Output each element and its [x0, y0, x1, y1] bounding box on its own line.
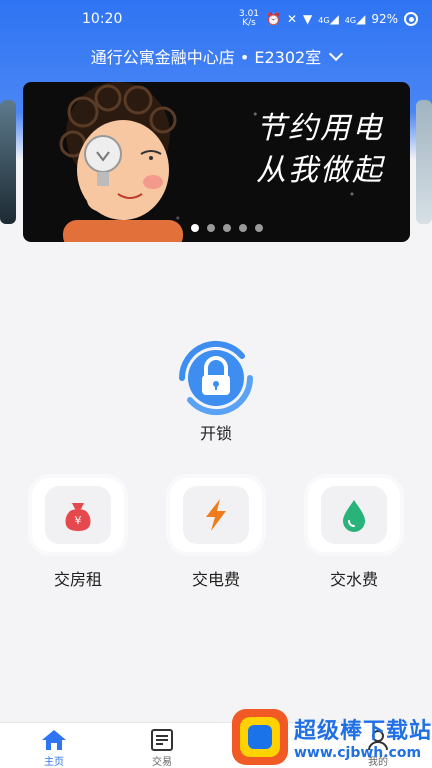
tab-transactions[interactable]: 交易: [108, 723, 216, 768]
tab-transactions-label: 交易: [152, 757, 172, 768]
pay-water-icon-bg: [321, 486, 387, 544]
pay-rent-label: 交房租: [53, 570, 102, 589]
unlock-button[interactable]: [168, 340, 264, 416]
pay-electricity-label: 交电费: [191, 570, 240, 589]
pay-water-tile[interactable]: [308, 478, 400, 552]
lightning-icon: [206, 499, 226, 531]
status-bar: 10:20 3.01 K/s ⏰ ✕ ▼ 4G◢ 4G◢ 92%: [0, 0, 432, 38]
banner-title-line2: 从我做起: [256, 153, 384, 188]
pay-electricity-icon-bg: [183, 486, 249, 544]
home-icon: [42, 730, 66, 750]
signal-icon: 4G◢: [318, 12, 339, 26]
mute-icon: ✕: [286, 12, 298, 26]
banner-title: 节约用电 从我做起: [256, 108, 384, 192]
status-time: 10:20: [82, 11, 123, 27]
location-label: 通行公寓金融中心店 • E2302室: [90, 48, 322, 67]
tab-home-label: 主页: [44, 757, 64, 768]
banner-illustration: [59, 82, 183, 242]
pay-rent-icon-bg: ¥: [45, 486, 111, 544]
banner-slide[interactable]: 节约用电 从我做起: [23, 82, 410, 242]
speed-indicator: 3.01 K/s: [238, 9, 260, 28]
unlock-label: 开锁: [199, 424, 232, 443]
money-bag-icon: ¥: [65, 503, 91, 531]
watermark-text: 超级棒下载站 www.cjbwh.com: [294, 713, 432, 761]
carousel-dot[interactable]: [191, 224, 199, 232]
unlock-section: 开锁: [0, 340, 432, 444]
location-selector[interactable]: 通行公寓金融中心店 • E2302室: [0, 44, 432, 68]
pay-rent-tile[interactable]: ¥: [32, 478, 124, 552]
carousel-dots: [191, 224, 263, 232]
banner-title-line1: 节约用电: [256, 111, 384, 146]
chevron-down-icon: [329, 46, 344, 61]
watermark-url: www.cjbwh.com: [294, 745, 422, 761]
wifi-icon: ▼: [303, 12, 313, 26]
pay-electricity-tile[interactable]: [170, 478, 262, 552]
carousel-dot[interactable]: [223, 224, 231, 232]
status-icons: 3.01 K/s ⏰ ✕ ▼ 4G◢ 4G◢ 92%: [238, 10, 418, 28]
banner-carousel[interactable]: 节约用电 从我做起: [0, 82, 432, 242]
svg-text:¥: ¥: [75, 514, 82, 527]
signal-icon-2: 4G◢: [344, 12, 366, 26]
pay-water-label: 交水费: [329, 570, 378, 589]
carousel-dot[interactable]: [255, 224, 263, 232]
carousel-dot[interactable]: [207, 224, 215, 232]
payment-actions: ¥ 交房租 交电费 交水费: [0, 478, 432, 590]
battery-icon: [404, 12, 418, 26]
watermark: 超级棒下载站 www.cjbwh.com: [232, 706, 432, 768]
banner-next-slide[interactable]: [416, 100, 432, 224]
watermark-logo-icon: [232, 709, 288, 765]
document-icon: [151, 729, 173, 751]
alarm-icon: ⏰: [266, 12, 281, 26]
water-drop-icon: [343, 500, 365, 532]
pay-electricity-button[interactable]: 交电费: [169, 478, 263, 590]
carousel-dot[interactable]: [239, 224, 247, 232]
watermark-title: 超级棒下载站: [294, 719, 432, 744]
tab-home[interactable]: 主页: [0, 723, 108, 768]
battery-percent: 92%: [371, 12, 398, 26]
pay-rent-button[interactable]: ¥ 交房租: [31, 478, 125, 590]
banner-prev-slide[interactable]: [0, 100, 16, 224]
pay-water-button[interactable]: 交水费: [307, 478, 401, 590]
